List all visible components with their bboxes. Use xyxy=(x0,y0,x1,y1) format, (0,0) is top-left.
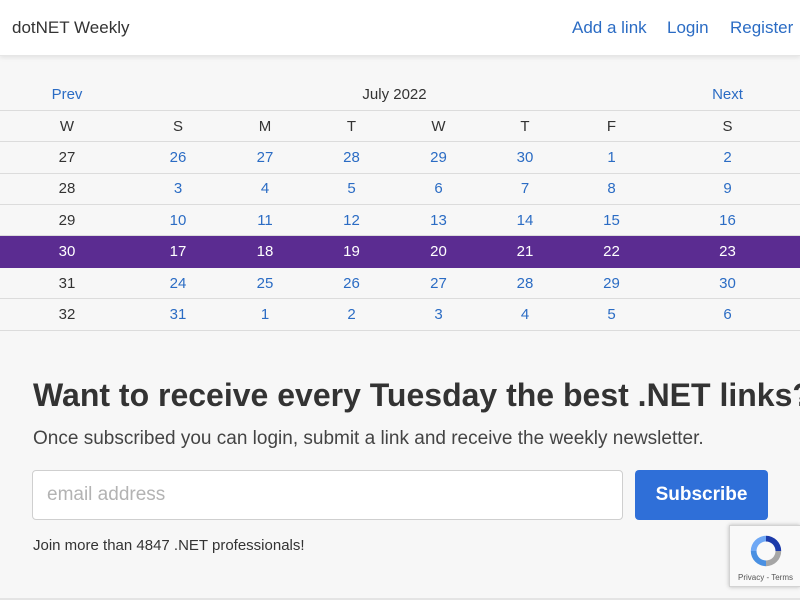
calendar-table: Prev July 2022 Next WSMTWTFS 27 26 27 28 29 3… xyxy=(0,79,800,331)
weekday-header: F xyxy=(568,110,655,143)
calendar-day-link[interactable]: 6 xyxy=(655,298,800,331)
calendar-day-link[interactable]: 12 xyxy=(308,204,395,237)
calendar-day-link[interactable]: 29 xyxy=(395,141,482,174)
email-input[interactable] xyxy=(32,470,623,520)
join-count-text: Join more than 4847 .NET professionals! xyxy=(33,537,305,554)
weekday-header: S xyxy=(655,110,800,143)
calendar-week-row: 29 10 11 12 13 14 15 16 xyxy=(0,204,800,237)
prev-month-link[interactable]: Prev xyxy=(0,79,134,111)
calendar-day-link[interactable]: 4 xyxy=(222,173,308,206)
calendar-day-link[interactable]: 27 xyxy=(222,141,308,174)
weekday-header: T xyxy=(482,110,568,143)
recaptcha-icon xyxy=(750,535,782,567)
week-number: 27 xyxy=(0,141,134,174)
calendar-day-link[interactable]: 21 xyxy=(482,235,568,268)
calendar-day-link[interactable]: 18 xyxy=(222,235,308,268)
calendar-day-link[interactable]: 13 xyxy=(395,204,482,237)
calendar-nav-row: Prev July 2022 Next xyxy=(0,79,800,111)
weekday-header: T xyxy=(308,110,395,143)
calendar-week-row: 32 31 1 2 3 4 5 6 xyxy=(0,298,800,331)
calendar-day-link[interactable]: 27 xyxy=(395,267,482,300)
weekday-header: M xyxy=(222,110,308,143)
calendar-day-link[interactable]: 30 xyxy=(482,141,568,174)
week-number: 31 xyxy=(0,267,134,300)
calendar-day-link[interactable]: 31 xyxy=(134,298,222,331)
top-navbar: dotNET Weekly Add a link Login Register xyxy=(0,0,800,56)
calendar-day-link[interactable]: 5 xyxy=(308,173,395,206)
calendar-day-link[interactable]: 24 xyxy=(134,267,222,300)
calendar-day-link[interactable]: 10 xyxy=(134,204,222,237)
calendar-day-link[interactable]: 25 xyxy=(222,267,308,300)
recaptcha-terms-link[interactable]: Terms xyxy=(771,573,793,582)
nav-add-link[interactable]: Add a link xyxy=(572,18,647,38)
subscribe-button[interactable]: Subscribe xyxy=(635,470,768,520)
calendar-day-link[interactable]: 15 xyxy=(568,204,655,237)
calendar-day-link[interactable]: 2 xyxy=(655,141,800,174)
week-number: 30 xyxy=(0,235,134,268)
calendar-day-link[interactable]: 22 xyxy=(568,235,655,268)
calendar-day-link[interactable]: 5 xyxy=(568,298,655,331)
recaptcha-badge[interactable]: Privacy - Terms xyxy=(729,525,800,587)
week-number: 28 xyxy=(0,173,134,206)
next-month-link[interactable]: Next xyxy=(655,79,800,111)
calendar-day-link[interactable]: 6 xyxy=(395,173,482,206)
week-number: 32 xyxy=(0,298,134,331)
calendar-day-link[interactable]: 1 xyxy=(568,141,655,174)
calendar-day-link[interactable]: 9 xyxy=(655,173,800,206)
calendar-week-row: 28 3 4 5 6 7 8 9 xyxy=(0,173,800,206)
subscribe-heading: Want to receive every Tuesday the best .… xyxy=(33,377,800,413)
calendar-day-link[interactable]: 3 xyxy=(395,298,482,331)
brand-link[interactable]: dotNET Weekly xyxy=(12,18,129,38)
calendar-week-row: 30 17 18 19 20 21 22 23 xyxy=(0,235,800,268)
calendar-week-row: 27 26 27 28 29 30 1 2 xyxy=(0,141,800,174)
calendar-day-link[interactable]: 17 xyxy=(134,235,222,268)
calendar-day-link[interactable]: 7 xyxy=(482,173,568,206)
recaptcha-privacy-link[interactable]: Privacy xyxy=(738,573,764,582)
nav-register[interactable]: Register xyxy=(730,18,793,38)
calendar-day-link[interactable]: 26 xyxy=(134,141,222,174)
nav-login[interactable]: Login xyxy=(667,18,709,38)
calendar-weekday-header: WSMTWTFS xyxy=(0,110,800,143)
weekday-header: S xyxy=(134,110,222,143)
calendar-day-link[interactable]: 8 xyxy=(568,173,655,206)
week-number-header: W xyxy=(0,110,134,143)
calendar-day-link[interactable]: 16 xyxy=(655,204,800,237)
calendar-day-link[interactable]: 28 xyxy=(308,141,395,174)
calendar-day-link[interactable]: 11 xyxy=(222,204,308,237)
calendar-day-link[interactable]: 29 xyxy=(568,267,655,300)
recaptcha-links: Privacy - Terms xyxy=(730,573,800,582)
calendar-day-link[interactable]: 14 xyxy=(482,204,568,237)
subscribe-description: Once subscribed you can login, submit a … xyxy=(33,428,704,449)
weekday-header: W xyxy=(395,110,482,143)
calendar-day-link[interactable]: 1 xyxy=(222,298,308,331)
calendar-day-link[interactable]: 30 xyxy=(655,267,800,300)
calendar-day-link[interactable]: 2 xyxy=(308,298,395,331)
calendar-day-link[interactable]: 20 xyxy=(395,235,482,268)
calendar-week-row: 31 24 25 26 27 28 29 30 xyxy=(0,267,800,300)
calendar-day-link[interactable]: 26 xyxy=(308,267,395,300)
calendar-month-title: July 2022 xyxy=(134,79,655,111)
calendar-day-link[interactable]: 4 xyxy=(482,298,568,331)
calendar-day-link[interactable]: 28 xyxy=(482,267,568,300)
calendar-day-link[interactable]: 19 xyxy=(308,235,395,268)
calendar-day-link[interactable]: 23 xyxy=(655,235,800,268)
calendar-day-link[interactable]: 3 xyxy=(134,173,222,206)
week-number: 29 xyxy=(0,204,134,237)
